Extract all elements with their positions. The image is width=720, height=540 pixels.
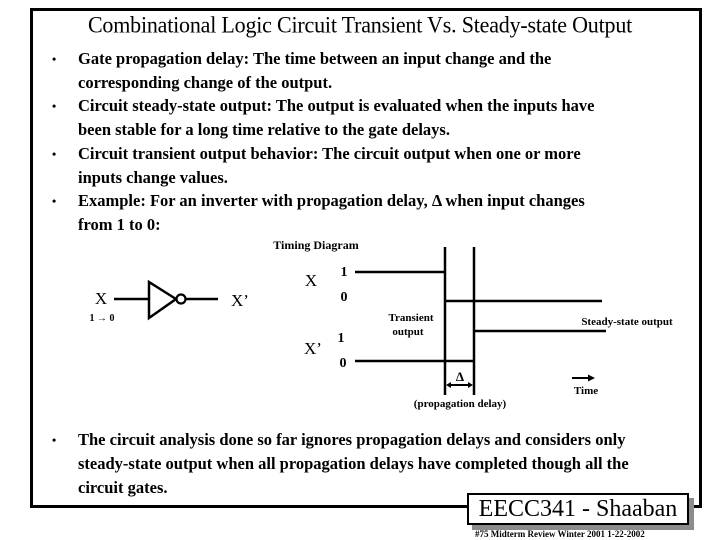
course-footer-box: EECC341 - Shaaban [467, 493, 689, 525]
inverter-transition-label: 1 → 0 [90, 313, 115, 324]
signal-x-name: X [305, 271, 317, 290]
transient-output-label-line2: output [392, 326, 424, 338]
bullet-icon: • [52, 433, 57, 447]
signal-x-high-label: 1 [341, 265, 348, 280]
steady-state-output-label: Steady-state output [581, 316, 673, 328]
inverter-bubble [175, 293, 187, 305]
time-arrow-icon [588, 374, 595, 382]
bullet-line: The circuit analysis done so far ignores… [78, 430, 626, 449]
delay-arrow-right-icon [468, 382, 473, 388]
delay-arrow-left-icon [446, 382, 451, 388]
transient-output-label-line1: Transient [388, 312, 433, 324]
signal-xprime-name: X’ [304, 339, 322, 358]
delta-label: Δ [456, 369, 464, 384]
inverter-triangle [147, 279, 179, 321]
propagation-delay-label: (propagation delay) [414, 398, 507, 410]
course-footer-label: EECC341 - Shaaban [478, 496, 678, 522]
timing-diagram-title: Timing Diagram [273, 238, 358, 252]
inverter-input-label: X [95, 289, 107, 308]
signal-xprime-low-label: 0 [340, 356, 347, 371]
signal-xprime-high-label: 1 [338, 331, 345, 346]
inverter-output-label: X’ [231, 291, 249, 310]
time-axis-label: Time [574, 385, 598, 397]
inverter-gate: X 1 → 0 X’ [90, 279, 249, 324]
footer-note: #75 Midterm Review Winter 2001 1-22-2002 [475, 529, 645, 539]
signal-x-low-label: 0 [341, 290, 348, 305]
bullet-line: steady-state output when all propagation… [78, 454, 629, 473]
